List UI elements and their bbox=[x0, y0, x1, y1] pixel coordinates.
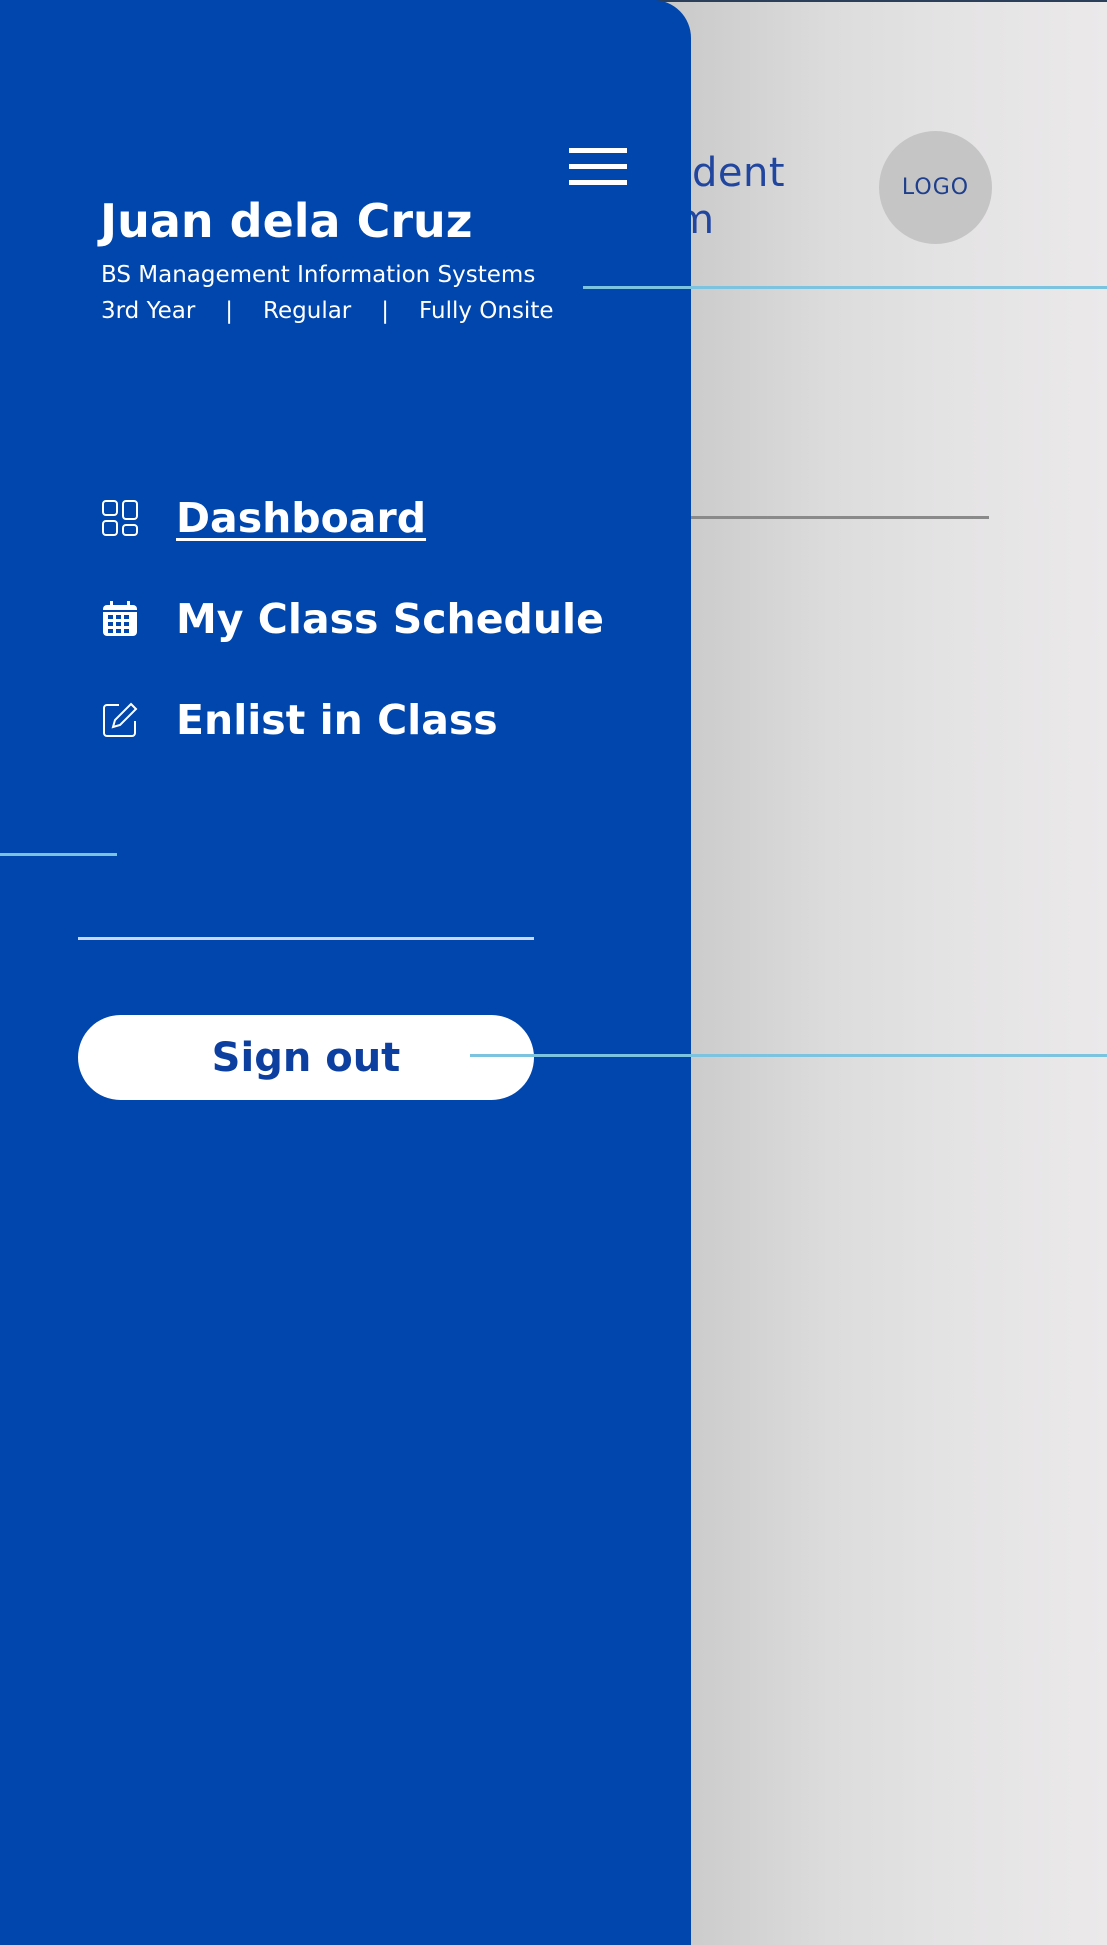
nav-label-enlist: Enlist in Class bbox=[176, 696, 498, 744]
accent-line-signout bbox=[470, 1054, 1107, 1057]
accent-line-left bbox=[0, 853, 117, 856]
drawer-divider bbox=[78, 937, 534, 940]
edit-icon bbox=[100, 700, 140, 740]
logo: LOGO bbox=[879, 131, 992, 244]
sign-out-button[interactable]: Sign out bbox=[78, 1015, 534, 1100]
meta-separator: | bbox=[225, 298, 234, 324]
user-name: Juan dela Cruz bbox=[100, 194, 473, 248]
accent-line-top bbox=[583, 286, 1107, 289]
dashboard-icon bbox=[100, 498, 140, 538]
user-meta: 3rd Year | Regular | Fully Onsite bbox=[101, 298, 554, 324]
nav-label-dashboard: Dashboard bbox=[176, 494, 427, 542]
nav-item-class-schedule[interactable]: My Class Schedule bbox=[100, 589, 604, 649]
hamburger-menu-icon[interactable] bbox=[569, 148, 627, 186]
meta-separator: | bbox=[381, 298, 390, 324]
calendar-icon bbox=[100, 599, 140, 639]
nav-item-dashboard[interactable]: Dashboard bbox=[100, 488, 426, 548]
user-modality: Fully Onsite bbox=[419, 298, 554, 324]
user-year: 3rd Year bbox=[101, 298, 196, 324]
nav-item-enlist[interactable]: Enlist in Class bbox=[100, 690, 498, 750]
user-program: BS Management Information Systems bbox=[101, 262, 536, 288]
background-divider bbox=[690, 516, 989, 519]
user-status: Regular bbox=[263, 298, 352, 324]
nav-label-class-schedule: My Class Schedule bbox=[176, 595, 604, 643]
navigation-drawer: Juan dela Cruz BS Management Information… bbox=[0, 0, 691, 1945]
